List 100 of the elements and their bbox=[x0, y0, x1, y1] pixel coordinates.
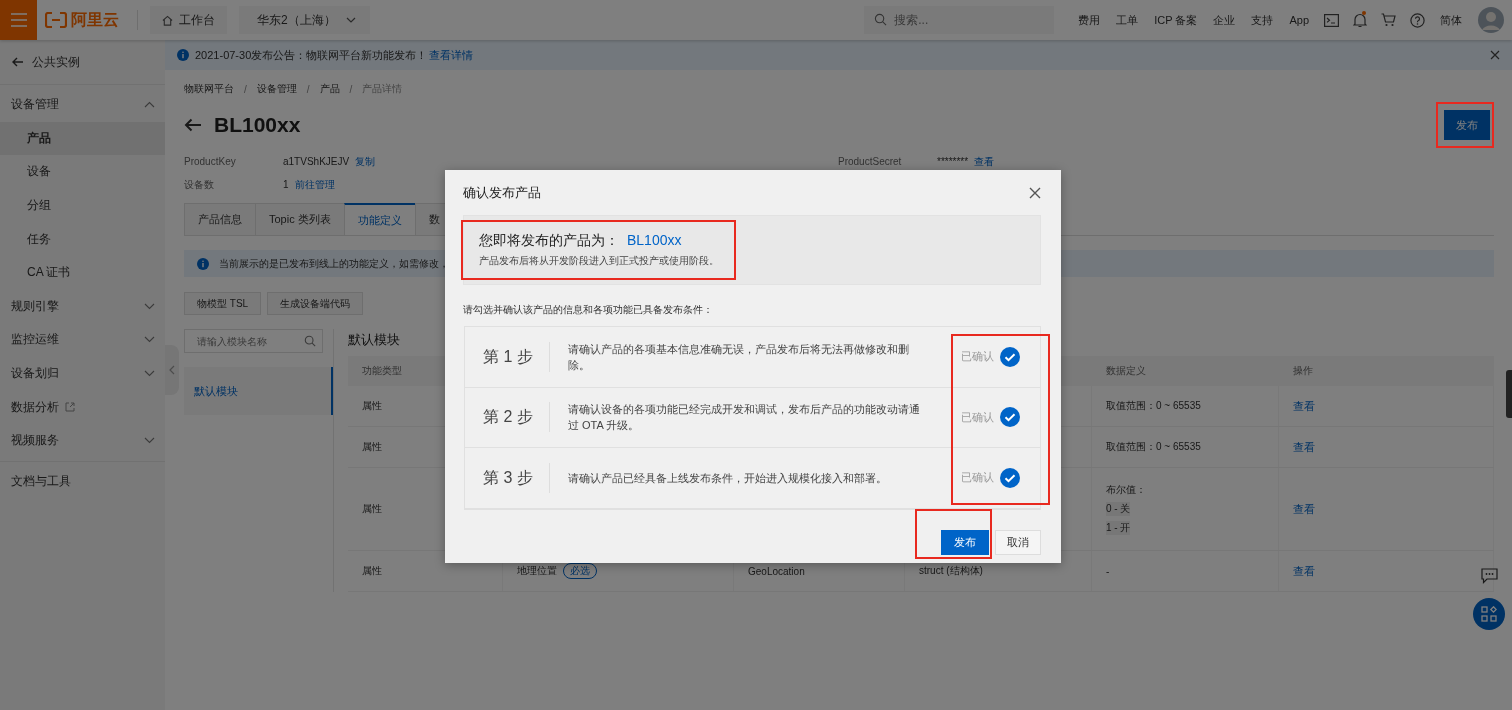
breadcrumb-item[interactable]: 物联网平台 bbox=[184, 82, 234, 96]
field-label: 设备数 bbox=[184, 177, 215, 192]
search-icon bbox=[304, 335, 316, 347]
view-link[interactable]: 查看 bbox=[1293, 502, 1315, 515]
breadcrumb-item[interactable]: 设备管理 bbox=[256, 82, 297, 96]
apps-button[interactable] bbox=[1473, 598, 1505, 630]
sidebar-label: 数据分析 bbox=[11, 398, 59, 416]
sidebar-item[interactable]: 视频服务 bbox=[0, 423, 165, 458]
back-arrow-icon bbox=[12, 57, 24, 67]
module-item[interactable]: 默认模块 bbox=[184, 367, 333, 415]
close-icon[interactable] bbox=[1029, 186, 1041, 199]
nav-link[interactable]: 支持 bbox=[1251, 12, 1274, 28]
collapse-handle[interactable] bbox=[165, 345, 179, 395]
publish-button[interactable]: 发布 bbox=[1444, 110, 1490, 140]
summary-label: 您即将发布的产品为： bbox=[479, 232, 619, 250]
column-header: 操作 bbox=[1278, 356, 1494, 386]
sidebar-label: 监控运维 bbox=[11, 331, 59, 349]
nav-link[interactable]: 企业 bbox=[1213, 12, 1236, 28]
workbench-button[interactable]: 工作台 bbox=[150, 6, 227, 34]
sidebar-item[interactable]: 规则引擎 bbox=[0, 289, 165, 324]
field-link[interactable]: 查看 bbox=[974, 154, 995, 169]
back-arrow-icon[interactable] bbox=[184, 118, 202, 132]
checkmark-icon[interactable] bbox=[1000, 467, 1020, 488]
table-cell: 取值范围：0 ~ 65535 bbox=[1106, 441, 1201, 452]
terminal-icon[interactable] bbox=[1324, 13, 1339, 27]
section-heading: 默认模块 bbox=[348, 331, 400, 349]
field-value: a1TVShKJEJV bbox=[283, 156, 350, 167]
step-description: 请确认产品的各项基本信息准确无误，产品发布后将无法再做修改和删除。 bbox=[567, 341, 910, 373]
close-icon[interactable] bbox=[1490, 50, 1500, 60]
sidebar-label: 设备管理 bbox=[11, 96, 59, 114]
breadcrumb-item[interactable]: 产品 bbox=[319, 82, 340, 96]
checkmark-icon[interactable] bbox=[1000, 346, 1020, 367]
sidebar-item[interactable]: 数据分析 bbox=[0, 390, 165, 424]
nav-link[interactable]: 工单 bbox=[1116, 12, 1139, 28]
sidebar-label: 设备划归 bbox=[11, 365, 59, 383]
sidebar-subitem[interactable]: 任务 bbox=[0, 222, 165, 256]
nav-link[interactable]: 费用 bbox=[1078, 12, 1101, 28]
product-name: BL100xx bbox=[627, 232, 682, 248]
step-label: 第 1 步 bbox=[483, 341, 550, 372]
field-link[interactable]: 前往管理 bbox=[294, 177, 335, 192]
sidebar-item[interactable]: 设备划归 bbox=[0, 356, 165, 391]
menu-icon bbox=[10, 13, 27, 27]
logo-text[interactable]: 阿里云 bbox=[71, 9, 119, 31]
help-icon[interactable] bbox=[1410, 12, 1425, 28]
summary-note: 产品发布后将从开发阶段进入到正式投产或使用阶段。 bbox=[479, 255, 720, 268]
step-label: 第 3 步 bbox=[483, 462, 550, 493]
table-cell: GeoLocation bbox=[748, 565, 805, 577]
chat-icon[interactable] bbox=[1480, 568, 1498, 584]
tool-button[interactable]: 物模型 TSL bbox=[184, 292, 262, 315]
cart-icon[interactable] bbox=[1381, 13, 1396, 27]
sidebar-item[interactable]: 监控运维 bbox=[0, 323, 165, 357]
step-label: 第 2 步 bbox=[483, 402, 550, 433]
sidebar-label: 视频服务 bbox=[11, 432, 59, 450]
notice-link[interactable]: 查看详情 bbox=[429, 47, 474, 63]
table-cell: 地理位置 bbox=[517, 565, 557, 576]
step-description: 请确认设备的各项功能已经完成开发和调试，发布后产品的功能改动请通过 OTA 升级。 bbox=[567, 402, 921, 434]
language-link[interactable]: 简体 bbox=[1440, 12, 1462, 28]
region-selector[interactable]: 华东2（上海） bbox=[239, 6, 370, 34]
table-cell: - bbox=[1106, 565, 1110, 577]
breadcrumb-separator: / bbox=[349, 83, 353, 95]
sidebar-item[interactable]: 文档与工具 bbox=[0, 464, 165, 499]
bell-icon[interactable] bbox=[1353, 12, 1367, 28]
step-status: 已确认 bbox=[960, 349, 994, 365]
sidebar-label: 规则引擎 bbox=[11, 297, 59, 315]
caret-icon bbox=[345, 17, 356, 23]
field-value: 1 bbox=[283, 179, 289, 190]
table-cell: 取值范围：0 ~ 65535 bbox=[1106, 400, 1201, 411]
sidebar-subitem[interactable]: 分组 bbox=[0, 188, 165, 223]
sidebar-subitem[interactable]: CA 证书 bbox=[0, 255, 165, 290]
search-field[interactable]: 搜索... bbox=[864, 6, 1055, 34]
nav-link[interactable]: ICP 备案 bbox=[1154, 12, 1198, 28]
tab[interactable]: Topic 类列表 bbox=[255, 203, 345, 235]
instruction-text: 请勾选并确认该产品的信息和各项功能已具备发布条件： bbox=[463, 303, 714, 317]
breadcrumb-separator: / bbox=[306, 83, 310, 95]
sidebar-subitem[interactable]: 产品 bbox=[0, 121, 165, 156]
search-icon bbox=[874, 13, 888, 26]
table-cell: 属性 bbox=[362, 503, 382, 514]
apps-icon bbox=[1481, 606, 1497, 622]
sidebar-subitem[interactable]: 设备 bbox=[0, 155, 165, 189]
checkmark-icon[interactable] bbox=[1000, 407, 1020, 428]
field-label: ProductSecret bbox=[838, 156, 903, 167]
value-tag: 0 - 关 bbox=[1106, 502, 1131, 516]
view-link[interactable]: 查看 bbox=[1293, 440, 1315, 453]
tool-button[interactable]: 生成设备端代码 bbox=[267, 292, 364, 315]
table-cell: 属性 bbox=[362, 400, 382, 411]
cancel-button[interactable]: 取消 bbox=[995, 529, 1041, 555]
view-link[interactable]: 查看 bbox=[1293, 564, 1315, 577]
tab[interactable]: 产品信息 bbox=[184, 203, 256, 235]
info-icon bbox=[197, 257, 209, 270]
page-title: BL100xx bbox=[214, 113, 301, 137]
table-cell: 属性 bbox=[362, 565, 382, 576]
view-link[interactable]: 查看 bbox=[1293, 399, 1315, 412]
sidebar-label: 文档与工具 bbox=[11, 472, 71, 490]
notice-text: 2021-07-30发布公告：物联网平台新功能发布！ bbox=[195, 47, 428, 63]
field-link[interactable]: 复制 bbox=[355, 154, 376, 169]
nav-link[interactable]: App bbox=[1289, 14, 1309, 26]
sidebar-item[interactable]: 设备管理 bbox=[0, 88, 165, 122]
step-status: 已确认 bbox=[960, 409, 994, 425]
confirm-publish-button[interactable]: 发布 bbox=[941, 529, 989, 555]
field-label: ProductKey bbox=[184, 156, 237, 167]
